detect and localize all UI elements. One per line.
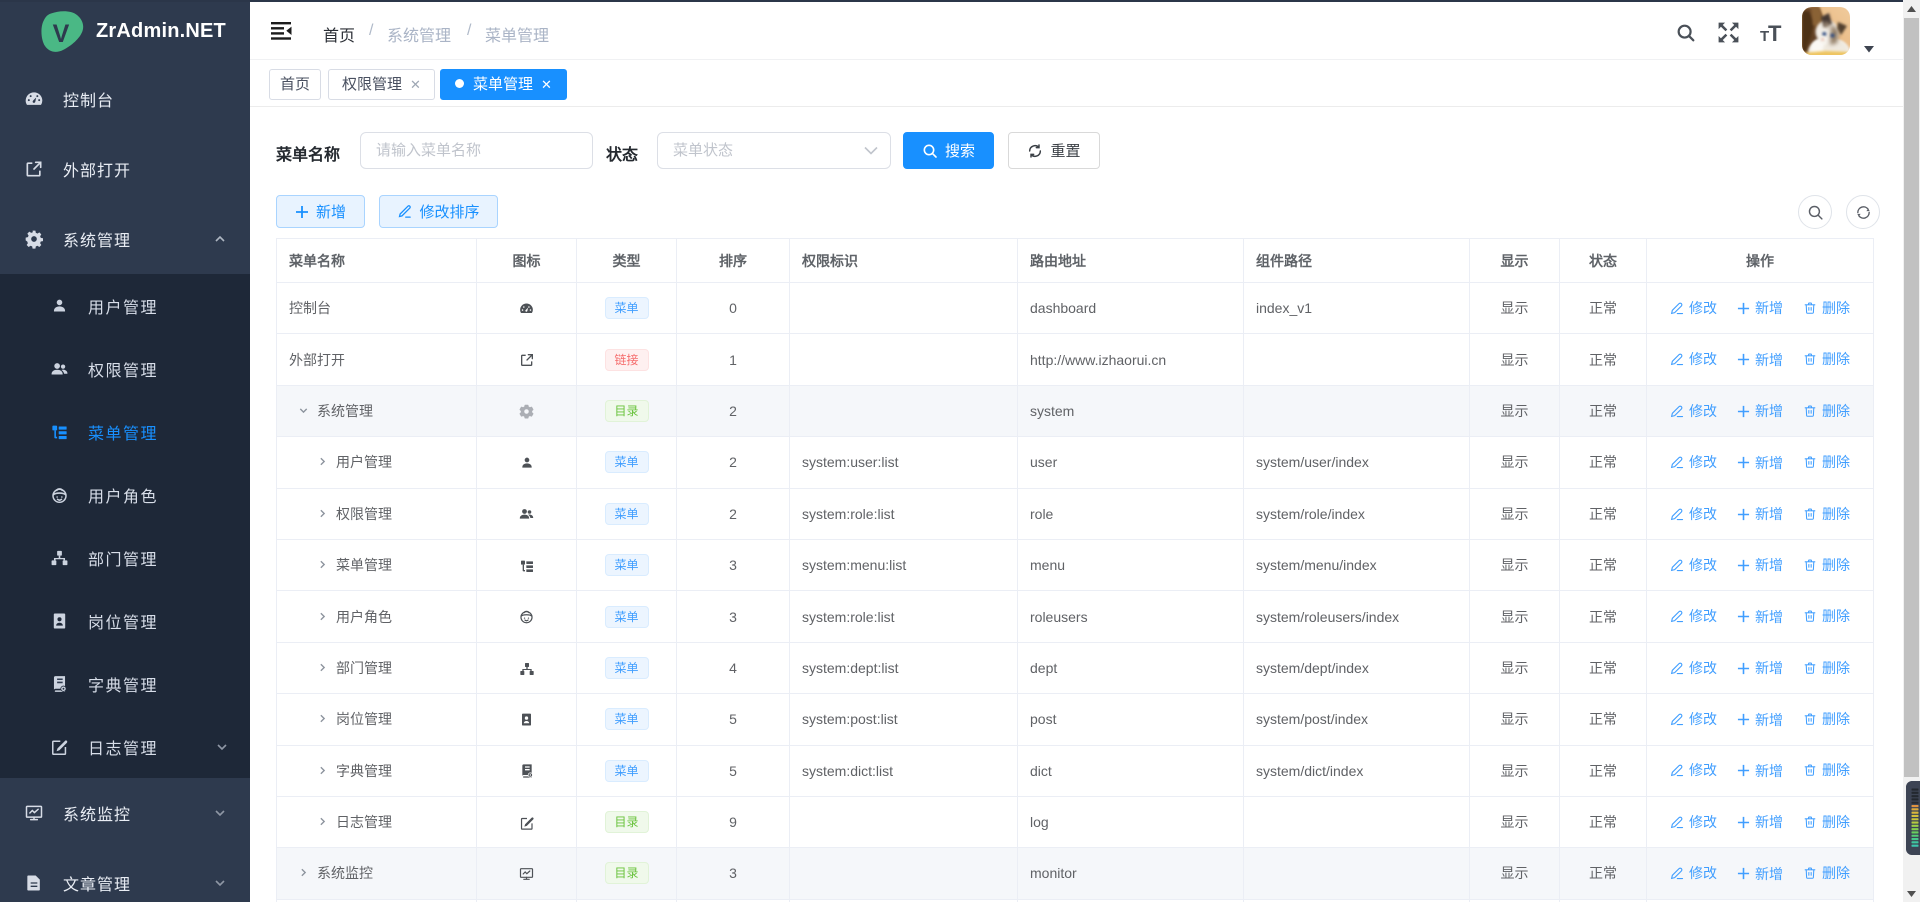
svg-text:T: T <box>1768 22 1782 44</box>
svg-text:V: V <box>53 20 70 48</box>
